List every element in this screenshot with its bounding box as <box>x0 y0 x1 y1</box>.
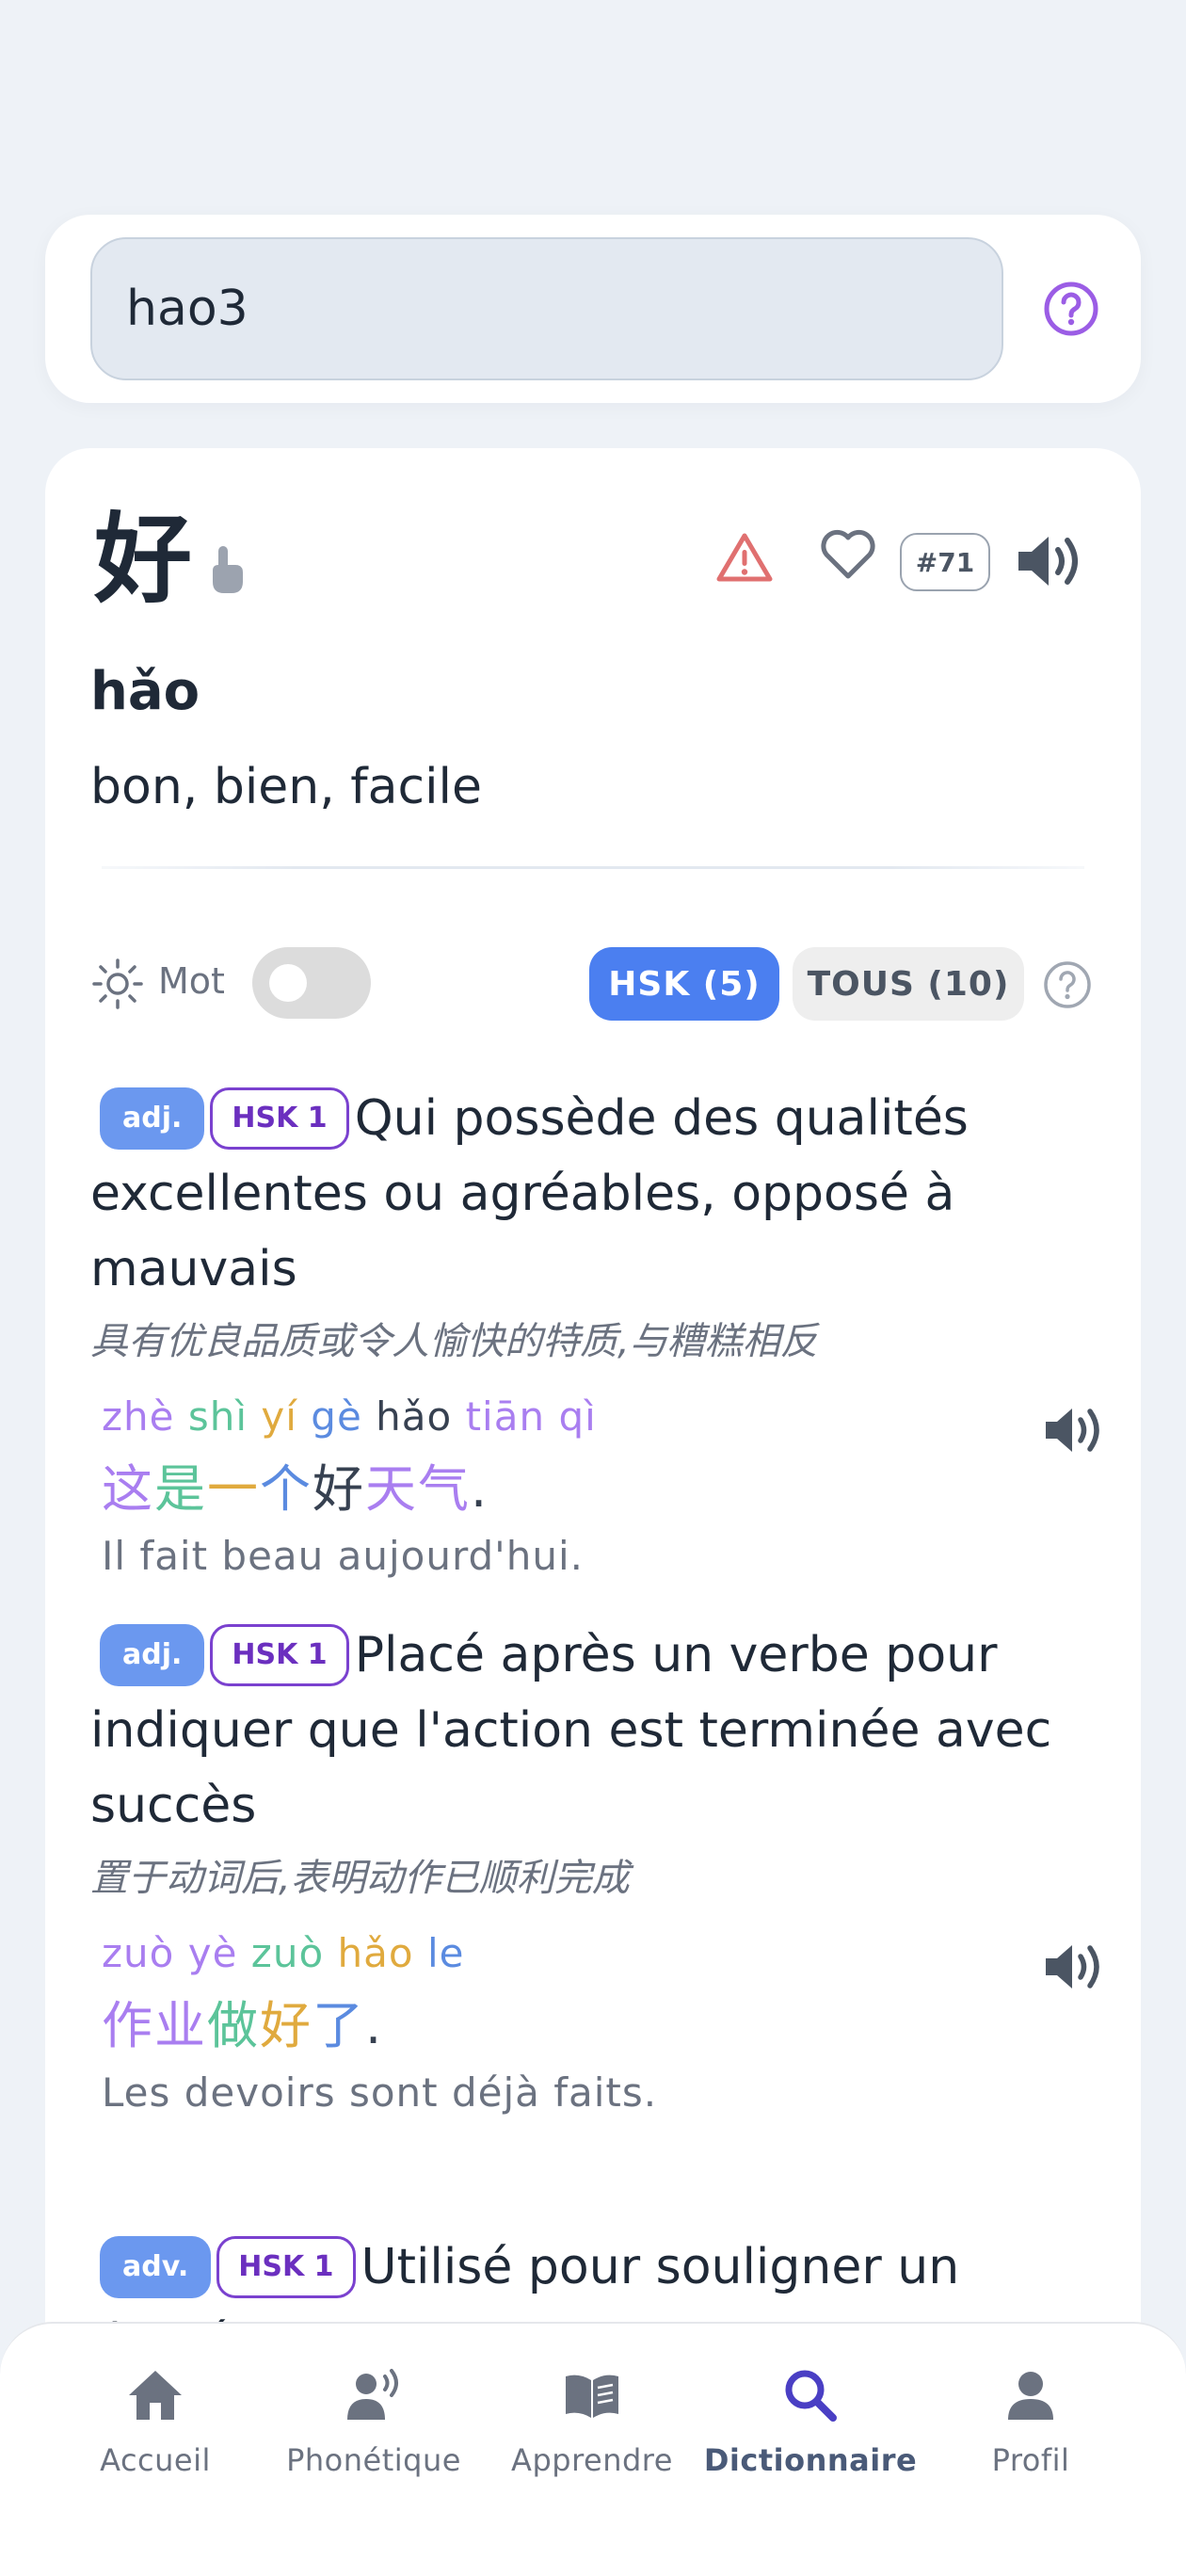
pinyin-syllable: le <box>426 1930 465 1976</box>
hsk-badge: HSK 1 <box>210 1624 349 1686</box>
book-icon <box>566 2375 618 2418</box>
hanzi-word[interactable]: 这 <box>102 1459 154 1519</box>
hanzi-word[interactable]: 做 <box>207 1996 260 2055</box>
speaker-icon[interactable] <box>1043 1938 1107 1996</box>
definition-text: adj. HSK 1 Qui possède des qualités excell… <box>90 1081 1107 1307</box>
pinyin-syllable: hǎo <box>337 1930 414 1976</box>
speaker-icon[interactable] <box>1043 1401 1107 1459</box>
nav-label: Profil <box>991 2442 1070 2478</box>
example-hanzi[interactable]: 作业做好了. <box>102 1984 1107 2058</box>
mot-toggle[interactable] <box>252 947 371 1019</box>
example-pinyin: zhè shì yí gè hǎo tiān qì <box>102 1393 1107 1440</box>
hanzi-word[interactable]: 好 <box>260 1996 313 2055</box>
pos-badge: adv. <box>100 2236 212 2298</box>
speaker-icon[interactable] <box>1015 529 1086 593</box>
definition-zh: 具有优良品质或令人愉快的特质,与糟糕相反 <box>90 1320 818 1363</box>
nav-item-apprendre[interactable]: Apprendre <box>484 2365 700 2478</box>
pinyin-syllable: tiān <box>465 1393 546 1440</box>
example-translation: Il fait beau aujourd'hui. <box>102 1533 584 1579</box>
punctuation: . <box>471 1459 489 1519</box>
hanzi-word[interactable]: 是 <box>154 1459 207 1519</box>
search-card <box>45 215 1141 403</box>
nav-item-accueil[interactable]: Accueil <box>47 2365 264 2478</box>
definition-entry: adj. HSK 1 Qui possède des qualités excell… <box>90 1081 1107 1579</box>
nav-item-dictionnaire[interactable]: Dictionnaire <box>702 2365 919 2478</box>
nav-label: Dictionnaire <box>703 2442 918 2478</box>
toggle-knob <box>269 964 307 1002</box>
punctuation: . <box>365 1996 384 2055</box>
user-icon <box>1008 2372 1053 2420</box>
home-icon <box>129 2371 182 2420</box>
search-icon <box>785 2370 837 2422</box>
example-block: zuò yè zuò hǎo le 作业做好了. Les devoirs son… <box>90 1930 1107 2116</box>
nav-label: Accueil <box>100 2442 211 2478</box>
divider <box>102 866 1084 869</box>
nav-label: Phonétique <box>286 2442 461 2478</box>
definition-entry: adj. HSK 1 Placé après un verbe pour indiq… <box>90 1618 1107 2116</box>
pos-badge: adj. <box>100 1087 205 1150</box>
filter-hsk-button[interactable]: HSK (5) <box>589 947 779 1021</box>
hsk-badge: HSK 1 <box>216 2236 356 2298</box>
hanzi-word[interactable]: 一 <box>207 1459 260 1519</box>
search-input[interactable] <box>90 237 1003 380</box>
mot-label: Mot <box>158 960 225 1002</box>
pinyin-syllable: zuò <box>250 1930 325 1976</box>
sun-icon <box>92 958 143 1009</box>
word-pinyin: hǎo <box>90 661 200 722</box>
bottom-nav: Accueil Phonétique Apprendre Dictionnair… <box>0 2322 1186 2576</box>
heart-icon[interactable] <box>819 527 877 582</box>
nav-item-phonetique[interactable]: Phonétique <box>265 2365 482 2478</box>
pinyin-syllable: zhè <box>102 1393 175 1440</box>
speaking-person-icon <box>347 2369 398 2420</box>
word-hanzi: 好 <box>94 502 193 617</box>
pinyin-syllable: gè <box>311 1393 362 1440</box>
example-block: zhè shì yí gè hǎo tiān qì 这是一个好天气. Il fa… <box>90 1393 1107 1579</box>
word-meaning: bon, bien, facile <box>90 759 482 815</box>
question-circle-icon[interactable] <box>1041 958 1094 1011</box>
pinyin-syllable: hǎo <box>376 1393 453 1440</box>
nav-label: Apprendre <box>511 2442 673 2478</box>
example-hanzi[interactable]: 这是一个好天气. <box>102 1447 1107 1521</box>
example-translation: Les devoirs sont déjà faits. <box>102 2069 658 2116</box>
pinyin-syllable: zuò <box>102 1930 175 1976</box>
definition-text: adj. HSK 1 Placé après un verbe pour indiq… <box>90 1618 1107 1843</box>
hanzi-word[interactable]: 作业 <box>102 1996 207 2055</box>
pinyin-syllable: shì <box>187 1393 248 1440</box>
nav-item-profil[interactable]: Profil <box>922 2365 1139 2478</box>
hanzi-word[interactable]: 好 <box>313 1459 365 1519</box>
warning-icon[interactable] <box>715 531 774 584</box>
word-card: 好 #71 hǎo bon, bien, facile Mot HSK (5) … <box>45 448 1141 2576</box>
hsk-badge: HSK 1 <box>210 1087 349 1150</box>
pinyin-syllable: qì <box>558 1393 597 1440</box>
tap-finger-icon[interactable] <box>205 542 248 595</box>
pinyin-syllable: yè <box>187 1930 238 1976</box>
frequency-rank-badge: #71 <box>900 533 990 591</box>
pos-badge: adj. <box>100 1624 205 1686</box>
question-circle-icon[interactable] <box>1041 279 1101 339</box>
definition-zh: 置于动词后,表明动作已顺利完成 <box>90 1857 630 1900</box>
hanzi-word[interactable]: 了 <box>313 1996 365 2055</box>
pinyin-syllable: yí <box>261 1393 297 1440</box>
filter-all-button[interactable]: TOUS (10) <box>793 947 1024 1021</box>
hanzi-word[interactable]: 天气 <box>365 1459 471 1519</box>
hanzi-word[interactable]: 个 <box>260 1459 313 1519</box>
example-pinyin: zuò yè zuò hǎo le <box>102 1930 1107 1976</box>
